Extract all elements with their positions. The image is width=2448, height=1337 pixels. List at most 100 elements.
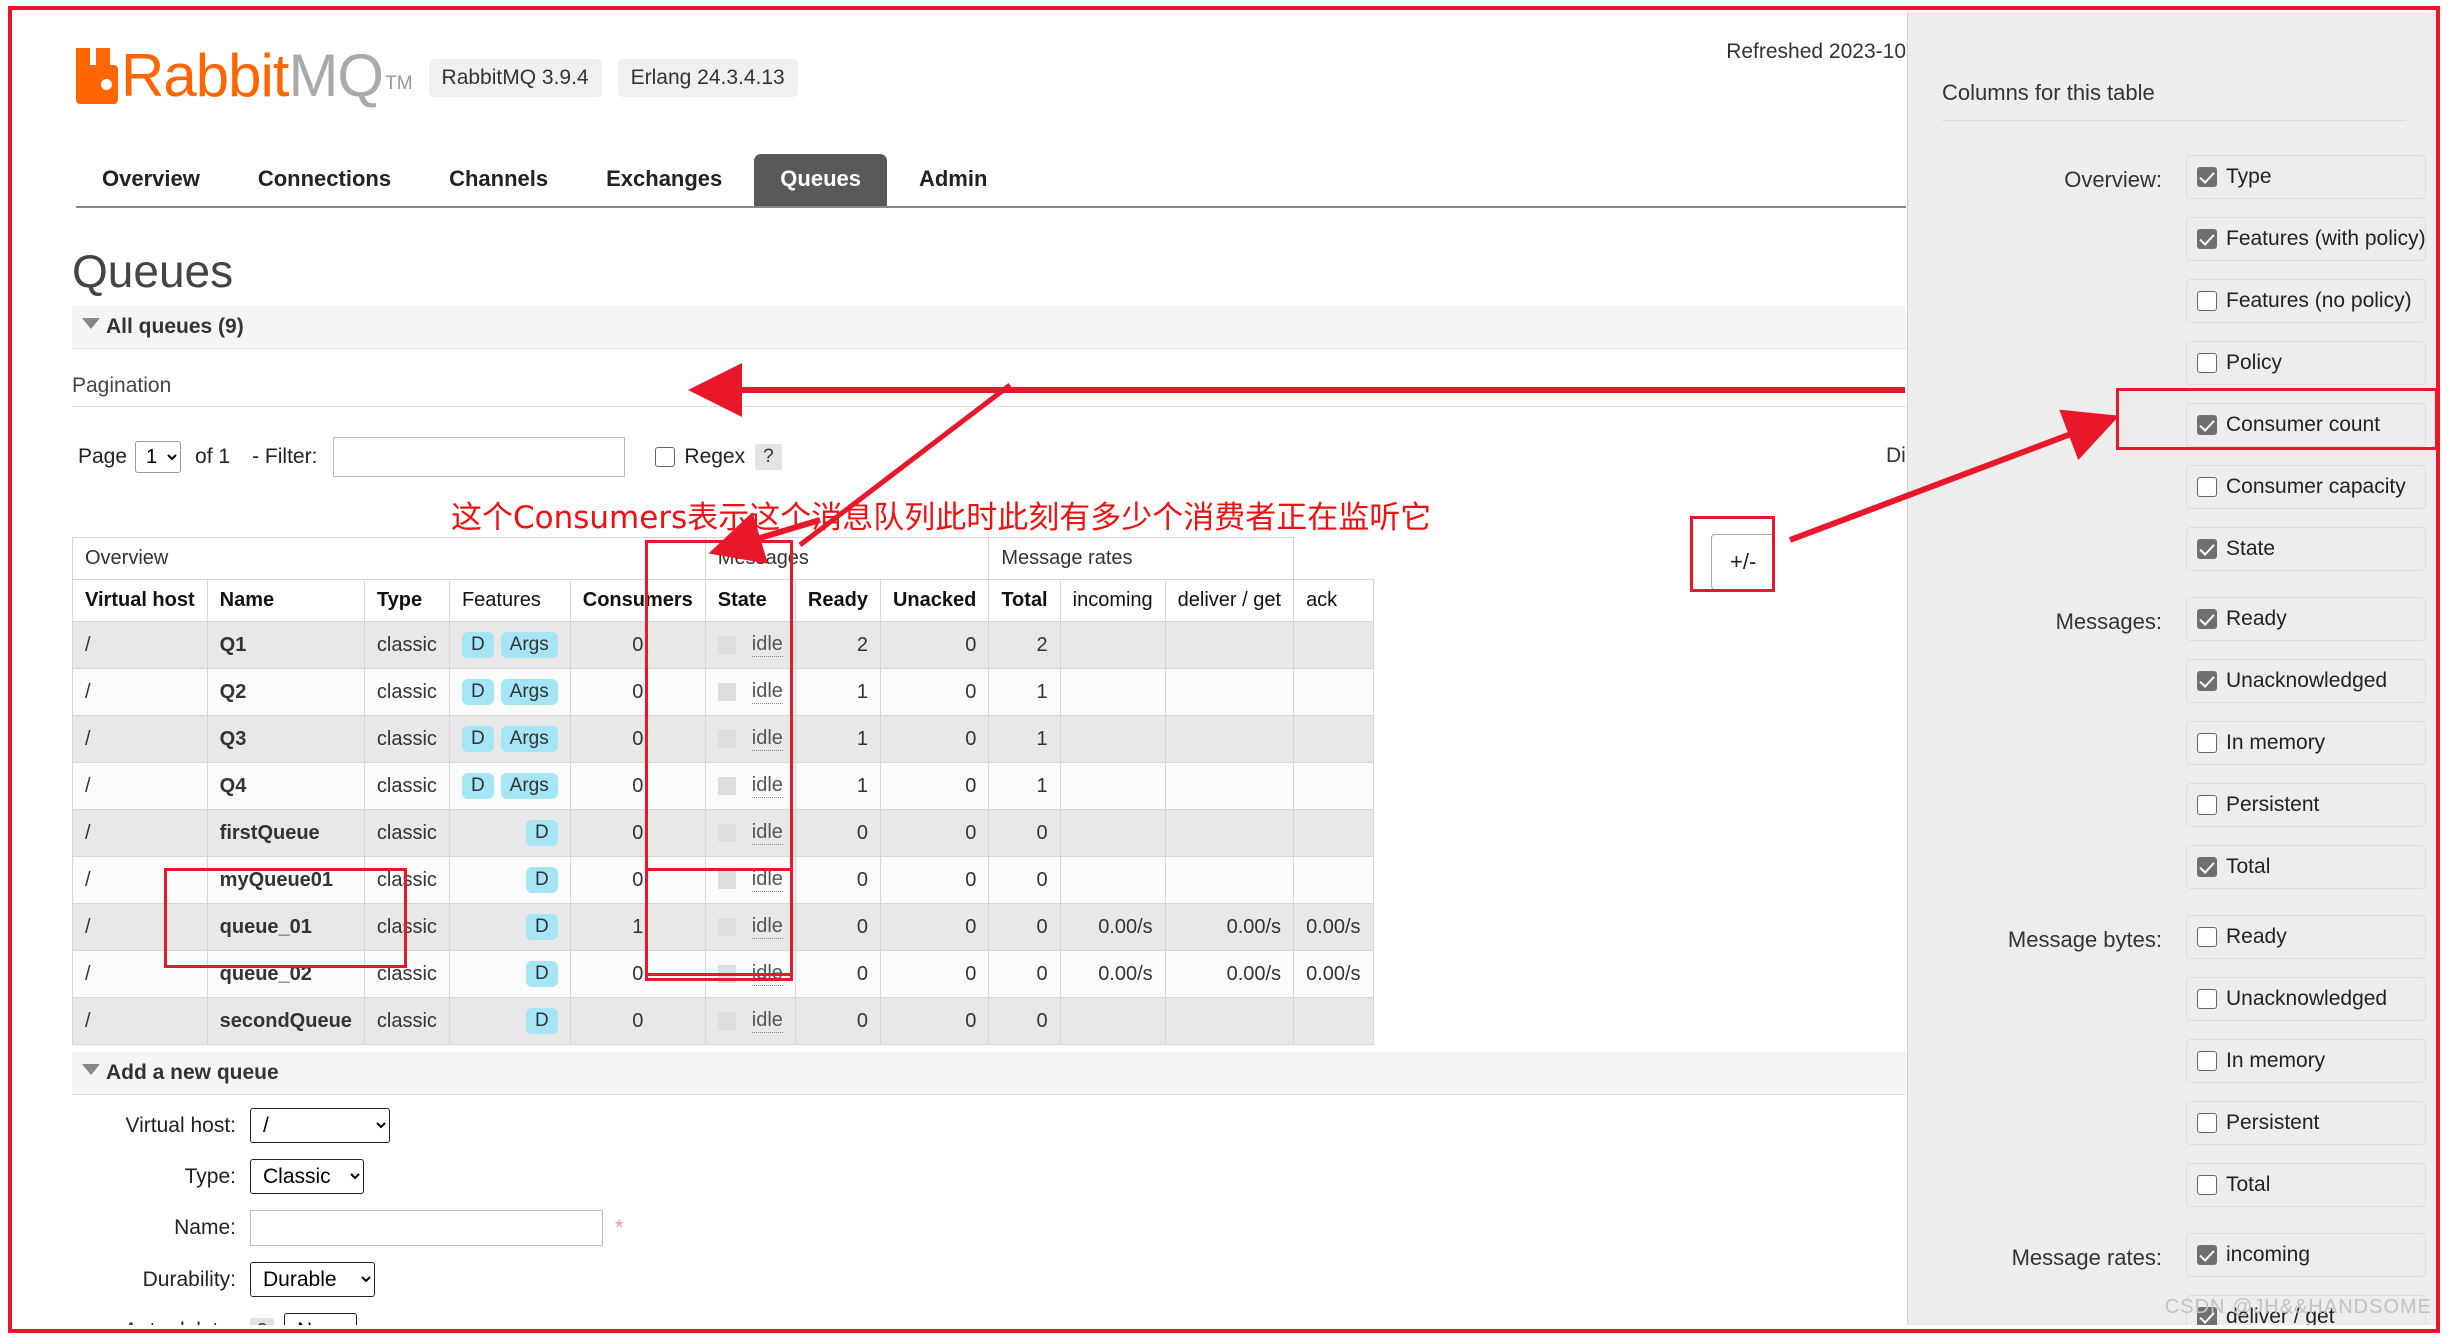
- column-toggle-features-with-policy[interactable]: Features (with policy): [2186, 217, 2426, 261]
- autodelete-select[interactable]: NoYes: [284, 1313, 358, 1325]
- durability-select[interactable]: DurableTransient: [250, 1262, 375, 1297]
- column-toggle-in-memory[interactable]: In memory: [2186, 1039, 2426, 1083]
- regex-help-icon[interactable]: ?: [755, 444, 782, 470]
- column-toggle-unacknowledged[interactable]: Unacknowledged: [2186, 659, 2426, 703]
- tab-exchanges[interactable]: Exchanges: [580, 154, 748, 206]
- tab-connections[interactable]: Connections: [232, 154, 417, 206]
- collapse-caret-icon-2: [82, 1064, 100, 1075]
- col-deliver-get[interactable]: deliver / get: [1164, 579, 1295, 622]
- tab-channels[interactable]: Channels: [423, 154, 574, 206]
- tab-overview[interactable]: Overview: [76, 154, 226, 206]
- column-toggle-policy[interactable]: Policy: [2186, 341, 2426, 385]
- regex-toggle[interactable]: Regex ?: [655, 444, 782, 470]
- cell-total: 0: [988, 903, 1061, 951]
- checkbox-in-memory[interactable]: [2197, 1051, 2217, 1071]
- table-row[interactable]: / Q3 classic D Args 0 idle 1 0 1: [72, 715, 1374, 763]
- section-add-new-queue[interactable]: Add a new queue: [72, 1052, 1906, 1095]
- filter-input[interactable]: [333, 437, 626, 477]
- column-toggle-consumer-capacity[interactable]: Consumer capacity: [2186, 465, 2426, 509]
- cell-unacked: 0: [879, 621, 990, 669]
- checkbox-ready[interactable]: [2197, 609, 2217, 629]
- column-toggle-in-memory[interactable]: In memory: [2186, 721, 2426, 765]
- column-toggle-features-no-policy[interactable]: Features (no policy): [2186, 279, 2426, 323]
- checkbox-policy[interactable]: [2197, 353, 2217, 373]
- column-toggle-total[interactable]: Total: [2186, 1163, 2426, 1207]
- checkbox-total[interactable]: [2197, 857, 2217, 877]
- toggle-columns-button[interactable]: +/-: [1711, 534, 1776, 590]
- checkbox-unacknowledged[interactable]: [2197, 671, 2217, 691]
- checkbox-ready[interactable]: [2197, 927, 2217, 947]
- col-state[interactable]: State: [704, 579, 796, 622]
- column-toggle-ready[interactable]: Ready: [2186, 597, 2426, 641]
- queue-name-input[interactable]: [250, 1210, 603, 1246]
- col-ack[interactable]: ack: [1293, 579, 1374, 622]
- checkbox-features-no-policy[interactable]: [2197, 291, 2217, 311]
- cell-queue-name[interactable]: myQueue01: [206, 856, 365, 904]
- cell-queue-name[interactable]: queue_02: [206, 950, 365, 998]
- table-row[interactable]: / secondQueue classic D 0 idle 0 0 0: [72, 997, 1374, 1045]
- erlang-version-badge: Erlang 24.3.4.13: [617, 59, 798, 97]
- cell-queue-name[interactable]: queue_01: [206, 903, 365, 951]
- column-toggle-type[interactable]: Type: [2186, 155, 2426, 199]
- regex-checkbox[interactable]: [655, 447, 676, 467]
- column-toggle-persistent[interactable]: Persistent: [2186, 783, 2426, 827]
- checkbox-incoming[interactable]: [2197, 1245, 2217, 1265]
- column-toggle-persistent[interactable]: Persistent: [2186, 1101, 2426, 1145]
- column-toggle-consumer-count[interactable]: Consumer count: [2186, 403, 2426, 447]
- checkbox-in-memory[interactable]: [2197, 733, 2217, 753]
- cell-ready: 0: [794, 856, 881, 904]
- checkbox-total[interactable]: [2197, 1175, 2217, 1195]
- cell-queue-name[interactable]: Q4: [206, 762, 365, 810]
- checkbox-type[interactable]: [2197, 167, 2217, 187]
- table-row[interactable]: / myQueue01 classic D 0 idle 0 0 0: [72, 856, 1374, 904]
- page-select[interactable]: 1: [135, 441, 182, 473]
- table-row[interactable]: / Q1 classic D Args 0 idle 2 0 2: [72, 621, 1374, 669]
- state-indicator-icon: [717, 1012, 736, 1030]
- col-type[interactable]: Type: [363, 579, 450, 622]
- col-ready[interactable]: Ready: [794, 579, 881, 622]
- checkbox-state[interactable]: [2197, 539, 2217, 559]
- checkbox-unacknowledged[interactable]: [2197, 989, 2217, 1009]
- col-features[interactable]: Features: [448, 579, 571, 622]
- cell-queue-name[interactable]: Q2: [206, 668, 365, 716]
- table-row[interactable]: / Q4 classic D Args 0 idle 1 0 1: [72, 762, 1374, 810]
- feature-args-chip: Args: [500, 679, 558, 705]
- columns-panel-divider: [1942, 120, 2406, 121]
- col-total[interactable]: Total: [988, 579, 1061, 622]
- column-toggle-incoming[interactable]: incoming: [2186, 1233, 2426, 1277]
- queues-table-head: Overview Messages Message rates Virtual …: [72, 537, 1374, 622]
- col-consumers[interactable]: Consumers: [569, 579, 706, 622]
- column-toggle-unacknowledged[interactable]: Unacknowledged: [2186, 977, 2426, 1021]
- queue-type-select[interactable]: ClassicQuorumStream: [250, 1159, 364, 1194]
- col-incoming[interactable]: incoming: [1059, 579, 1166, 622]
- section-all-queues[interactable]: All queues (9): [72, 306, 1906, 349]
- tab-admin[interactable]: Admin: [893, 154, 1013, 206]
- table-row[interactable]: / queue_02 classic D 0 idle 0 0 0 0.00/s 0.00/s 0.0…: [72, 950, 1374, 998]
- checkbox-features-with-policy[interactable]: [2197, 229, 2217, 249]
- cell-features: D: [448, 997, 571, 1045]
- table-row[interactable]: / Q2 classic D Args 0 idle 1 0 1: [72, 668, 1374, 716]
- tab-queues[interactable]: Queues: [754, 154, 887, 206]
- column-toggle-state[interactable]: State: [2186, 527, 2426, 571]
- cell-queue-name[interactable]: Q3: [206, 715, 365, 763]
- autodelete-help-icon[interactable]: ?: [250, 1318, 275, 1325]
- col-virtual-host[interactable]: Virtual host: [72, 579, 208, 622]
- cell-queue-name[interactable]: Q1: [206, 621, 365, 669]
- brand-logo[interactable]: Rabbit MQ TM RabbitMQ 3.9.4 Erlang 24.3.…: [76, 46, 798, 106]
- cell-queue-name[interactable]: firstQueue: [206, 809, 365, 857]
- cell-queue-name[interactable]: secondQueue: [206, 997, 365, 1045]
- table-row[interactable]: / firstQueue classic D 0 idle 0 0 0: [72, 809, 1374, 857]
- vhost-select[interactable]: /: [250, 1108, 390, 1143]
- checkbox-consumer-count[interactable]: [2197, 415, 2217, 435]
- checkbox-consumer-capacity[interactable]: [2197, 477, 2217, 497]
- table-row[interactable]: / queue_01 classic D 1 idle 0 0 0 0.00/s 0.00/s 0.0…: [72, 903, 1374, 951]
- cell-deliver-get: [1164, 668, 1295, 716]
- refreshed-timestamp: Refreshed 2023-10: [1726, 40, 1906, 63]
- column-toggle-total[interactable]: Total: [2186, 845, 2426, 889]
- cell-virtual-host: /: [72, 809, 208, 857]
- checkbox-persistent[interactable]: [2197, 795, 2217, 815]
- col-name[interactable]: Name: [206, 579, 365, 622]
- column-toggle-ready[interactable]: Ready: [2186, 915, 2426, 959]
- col-unacked[interactable]: Unacked: [879, 579, 990, 622]
- checkbox-persistent[interactable]: [2197, 1113, 2217, 1133]
